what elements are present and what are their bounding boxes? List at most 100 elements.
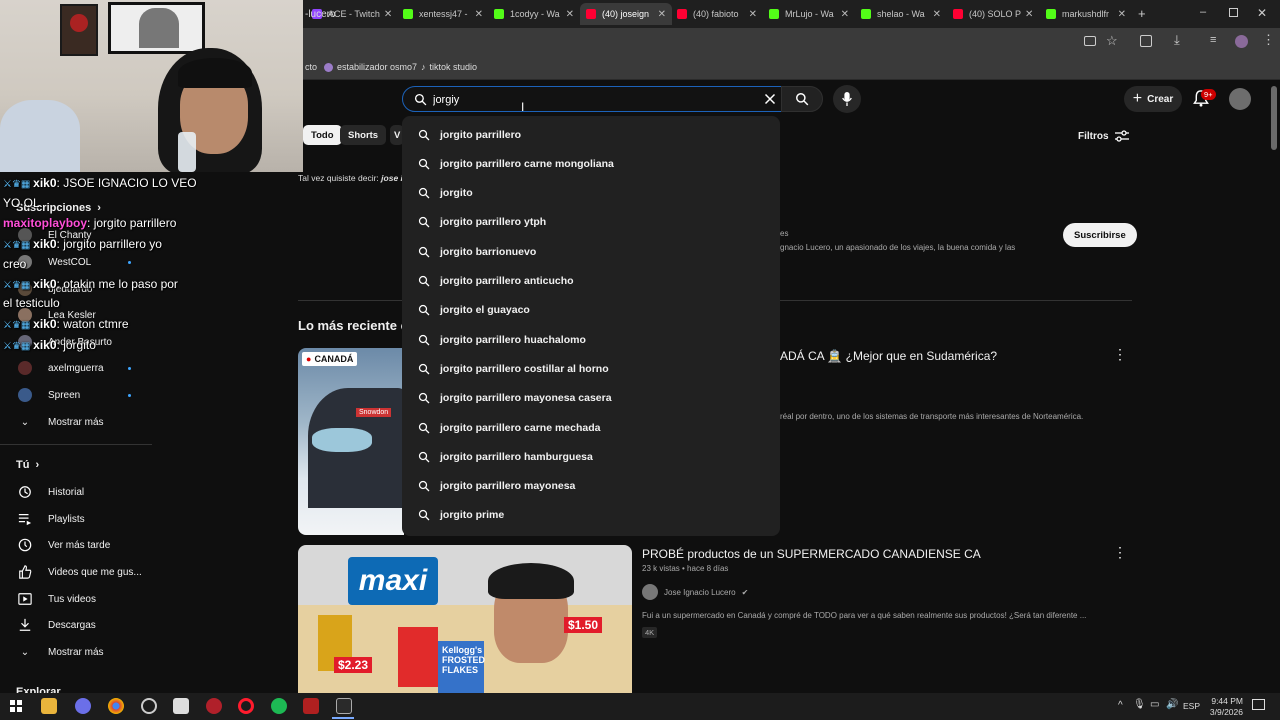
sidebar-item-liked[interactable]: Videos que me gus... — [0, 559, 150, 585]
video-title-2[interactable]: PROBÉ productos de un SUPERMERCADO CANAD… — [642, 547, 981, 561]
install-app-icon[interactable] — [1084, 36, 1096, 46]
you-title: Tú — [16, 459, 30, 471]
capcut-icon[interactable] — [173, 698, 189, 714]
address-bar-url[interactable]: -lucero — [305, 9, 336, 20]
close-tab-icon[interactable]: ✕ — [745, 9, 757, 20]
app-icon[interactable] — [206, 698, 222, 714]
close-tab-icon[interactable]: ✕ — [471, 9, 483, 20]
browser-tab[interactable]: MrLujo - Wa ✕ — [763, 3, 855, 25]
windows-start-icon[interactable] — [10, 700, 22, 712]
video-menu-icon[interactable]: ⋮ — [1113, 346, 1127, 363]
sidebar-item-your-videos[interactable]: Tus videos — [0, 586, 150, 612]
media-control-icon[interactable]: ≡ — [1210, 34, 1216, 46]
close-window-button[interactable]: ✕ — [1257, 6, 1267, 20]
browser-tab[interactable]: xentessj47 - ✕ — [397, 3, 489, 25]
search-box[interactable] — [402, 86, 782, 112]
browser-menu-icon[interactable]: ⋮ — [1262, 32, 1275, 48]
you-header[interactable]: Tú › — [16, 459, 39, 471]
new-content-dot — [128, 367, 131, 370]
download-icon[interactable]: ⤓ — [1174, 32, 1180, 48]
browser-tab[interactable]: markushdlfr ✕ — [1040, 3, 1132, 25]
bookmark-label: tiktok studio — [429, 62, 478, 72]
close-tab-icon[interactable]: ✕ — [380, 9, 392, 20]
create-button[interactable]: + Crear — [1124, 86, 1182, 112]
close-tab-icon[interactable]: ✕ — [654, 9, 666, 20]
sidebar-item-watch-later[interactable]: Ver más tarde — [0, 532, 150, 558]
search-suggestion[interactable]: jorgito parrillero anticucho — [402, 267, 780, 296]
file-explorer-icon[interactable] — [41, 698, 57, 714]
minimize-button[interactable]: – — [1200, 6, 1206, 18]
voice-search-button[interactable] — [833, 85, 861, 113]
filters-button[interactable]: Filtros — [1078, 130, 1129, 142]
close-tab-icon[interactable]: ✕ — [837, 9, 849, 20]
close-tab-icon[interactable]: ✕ — [562, 9, 574, 20]
search-button[interactable] — [781, 86, 823, 112]
browser-tab[interactable]: (40) joseign ✕ — [580, 3, 672, 25]
bookmark-item[interactable]: cto — [305, 62, 317, 72]
chrome-icon[interactable] — [108, 698, 124, 714]
search-suggestion[interactable]: jorgito parrillero costillar al horno — [402, 354, 780, 383]
restore-button[interactable] — [1229, 8, 1238, 17]
spotify-icon[interactable] — [271, 698, 287, 714]
search-suggestion[interactable]: jorgito prime — [402, 501, 780, 530]
obs-icon[interactable] — [141, 698, 157, 714]
video-thumbnail-1[interactable]: ● CANADÁ Snowdon — [298, 348, 404, 535]
bookmark-star-icon[interactable]: ☆ — [1106, 33, 1118, 49]
search-suggestion[interactable]: jorgito parrillero hamburguesa — [402, 442, 780, 471]
clear-search-icon[interactable] — [764, 93, 776, 105]
profile-avatar[interactable] — [1235, 35, 1248, 48]
close-tab-icon[interactable]: ✕ — [1114, 9, 1126, 20]
opera-icon[interactable] — [238, 698, 254, 714]
bookmark-item[interactable]: ♪ tiktok studio — [421, 62, 477, 72]
language-indicator[interactable]: ESP — [1183, 701, 1200, 711]
microphone-tray-icon[interactable]: 🎙 — [1133, 699, 1146, 710]
notifications-center-icon[interactable] — [1252, 699, 1265, 710]
search-suggestion[interactable]: jorgito — [402, 179, 780, 208]
section-title: Lo más reciente c — [298, 318, 408, 333]
chip-all[interactable]: Todo — [303, 125, 342, 145]
search-suggestion[interactable]: jorgito parrillero ytph — [402, 208, 780, 237]
sidebar-item-downloads[interactable]: Descargas — [0, 612, 150, 638]
video-channel-2[interactable]: Jose Ignacio Lucero ✔ — [642, 584, 748, 600]
close-tab-icon[interactable]: ✕ — [1021, 9, 1033, 20]
search-input[interactable] — [433, 92, 733, 108]
video-app-icon[interactable] — [303, 698, 319, 714]
browser-tab[interactable]: shelao - Wa ✕ — [855, 3, 947, 25]
discord-icon[interactable] — [75, 698, 91, 714]
chip-shorts[interactable]: Shorts — [340, 125, 387, 145]
close-tab-icon[interactable]: ✕ — [929, 9, 941, 20]
playlists-icon — [18, 512, 32, 526]
sidebar-item-playlists[interactable]: Playlists — [0, 506, 150, 532]
bookmark-item[interactable]: estabilizador osmo7 — [324, 62, 417, 72]
plus-icon: + — [1132, 90, 1143, 107]
show-more-subscriptions[interactable]: ⌄ Mostrar más — [0, 409, 150, 435]
account-avatar[interactable] — [1229, 88, 1251, 110]
show-more-you[interactable]: ⌄ Mostrar más — [0, 639, 150, 665]
browser-tab[interactable]: 1codyy - Wa ✕ — [488, 3, 580, 25]
clock[interactable]: 9:44 PM 3/9/2026 — [1203, 696, 1243, 718]
search-suggestion[interactable]: jorgito el guayaco — [402, 296, 780, 325]
search-suggestion[interactable]: jorgito parrillero mayonesa casera — [402, 384, 780, 413]
search-suggestion[interactable]: jorgito parrillero carne mechada — [402, 413, 780, 442]
sidebar-item-history[interactable]: Historial — [0, 479, 150, 505]
volume-icon[interactable]: 🔊 — [1166, 699, 1178, 710]
search-suggestion[interactable]: jorgito parrillero huachalomo — [402, 325, 780, 354]
browser-tab[interactable]: (40) SOLO P ✕ — [947, 3, 1039, 25]
page-scrollbar[interactable] — [1271, 86, 1277, 150]
browser-tab[interactable]: (40) fabioto ✕ — [671, 3, 763, 25]
search-suggestion[interactable]: jorgito parrillero mayonesa — [402, 472, 780, 501]
video-menu-icon[interactable]: ⋮ — [1113, 544, 1127, 561]
photos-icon[interactable] — [336, 698, 352, 714]
network-icon[interactable]: ▭ — [1150, 699, 1159, 710]
search-suggestion[interactable]: jorgito parrillero — [402, 120, 780, 149]
subscribe-button[interactable]: Suscribirse — [1063, 223, 1137, 247]
search-icon — [418, 422, 430, 433]
search-suggestion[interactable]: jorgito barrionuevo — [402, 237, 780, 266]
tray-expand-icon[interactable]: ^ — [1118, 700, 1123, 711]
extensions-icon[interactable] — [1140, 35, 1152, 47]
video-thumbnail-2[interactable]: maxi Kellogg's FROSTED FLAKES $1.50 $2.23 — [298, 545, 632, 693]
new-tab-button[interactable]: + — [1138, 6, 1146, 21]
chat-message: YO OL — [3, 193, 40, 213]
video-title-1[interactable]: ADÁ CA 🚊 ¿Mejor que en Sudamérica? — [780, 349, 997, 363]
search-suggestion[interactable]: jorgito parrillero carne mongoliana — [402, 149, 780, 178]
